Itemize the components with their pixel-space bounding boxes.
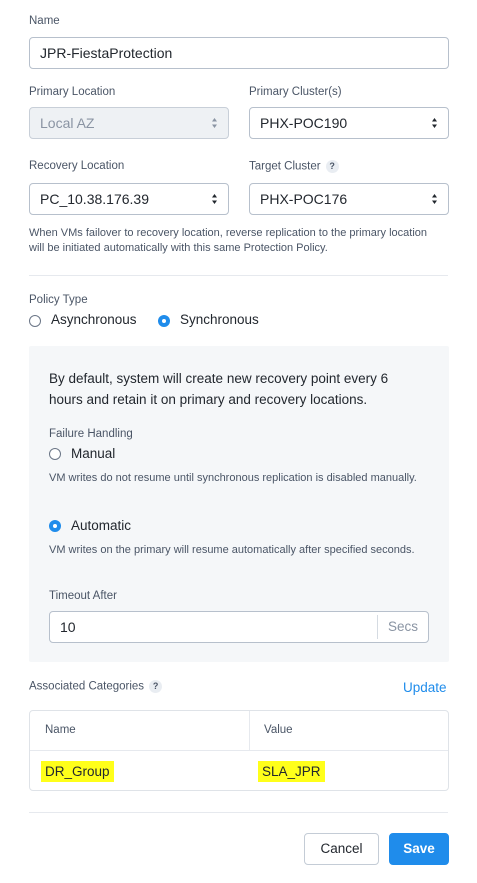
failover-hint: When VMs failover to recovery location, … [29,227,428,254]
target-cluster-label-row: Target Cluster? [249,160,339,173]
table-row[interactable]: DR_Group SLA_JPR [30,751,448,791]
table-header-value: Value [264,724,293,736]
select-caret-icon [212,194,217,204]
table-header-divider [249,711,250,751]
categories-table: Name Value DR_Group SLA_JPR [29,710,449,791]
primary-location-select: Local AZ [29,107,229,139]
name-label: Name [29,15,60,27]
category-value-cell: SLA_JPR [258,761,325,782]
timeout-unit-divider [377,615,378,639]
primary-cluster-value: PHX-POC190 [260,115,348,131]
policy-type-label: Policy Type [29,294,88,306]
table-header-name: Name [45,724,76,736]
primary-location-label: Primary Location [29,86,116,98]
timeout-value: 10 [60,619,76,635]
primary-cluster-select[interactable]: PHX-POC190 [249,107,449,139]
associated-categories-label: Associated Categories [29,680,145,693]
divider [29,812,448,813]
radio-manual-label[interactable]: Manual [71,446,115,461]
timeout-input[interactable]: 10 [49,611,429,643]
radio-asynchronous-label[interactable]: Asynchronous [51,312,137,327]
primary-location-value: Local AZ [40,115,95,131]
radio-synchronous-label[interactable]: Synchronous [180,312,259,327]
radio-automatic-label[interactable]: Automatic [71,518,131,533]
manual-hint: VM writes do not resume until synchronou… [49,472,417,484]
timeout-unit: Secs [388,619,419,634]
sync-description: By default, system will create new recov… [49,371,389,407]
help-icon[interactable]: ? [149,680,163,693]
select-caret-icon [432,118,437,128]
timeout-label: Timeout After [49,590,117,602]
select-caret-icon [432,194,437,204]
radio-automatic[interactable] [49,520,61,532]
automatic-hint: VM writes on the primary will resume aut… [49,544,415,556]
target-cluster-select[interactable]: PHX-POC176 [249,183,449,215]
radio-asynchronous[interactable] [29,315,41,327]
recovery-location-label: Recovery Location [29,160,125,172]
category-name-cell: DR_Group [41,761,114,782]
name-input[interactable]: JPR-FiestaProtection [29,37,449,69]
select-caret-icon [212,118,217,128]
update-link[interactable]: Update [403,680,447,695]
associated-categories-label-row: Associated Categories? [29,680,163,693]
radio-manual[interactable] [49,448,61,460]
save-button[interactable]: Save [389,833,449,865]
failure-handling-label: Failure Handling [49,428,133,440]
radio-synchronous[interactable] [158,315,170,327]
recovery-location-select[interactable]: PC_10.38.176.39 [29,183,229,215]
help-icon[interactable]: ? [325,160,339,173]
target-cluster-value: PHX-POC176 [260,191,348,207]
target-cluster-label: Target Cluster [249,160,321,173]
divider [29,275,448,276]
primary-cluster-label: Primary Cluster(s) [249,86,342,98]
cancel-button[interactable]: Cancel [304,833,379,865]
table-header [30,711,448,751]
recovery-location-value: PC_10.38.176.39 [40,191,149,207]
